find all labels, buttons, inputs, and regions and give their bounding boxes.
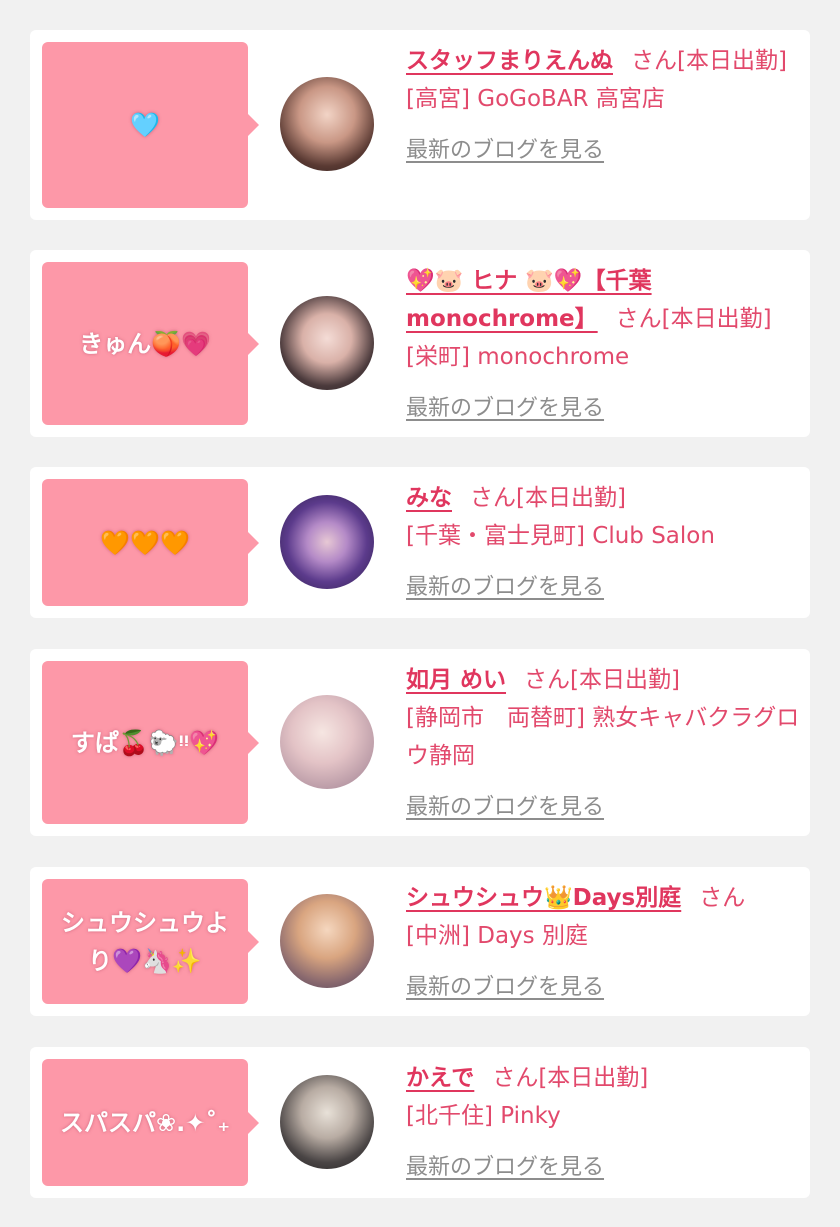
latest-blog-link[interactable]: 最新のブログを見る <box>406 132 604 170</box>
name-link[interactable]: 如月 めい <box>406 667 506 693</box>
message-text: スパスパ❀.✦˚₊ <box>59 1108 230 1137</box>
avatar[interactable] <box>280 695 374 789</box>
list-item: 🩵 スタッフまりえんぬ さん[本日出勤] [高宮] GoGoBAR 高宮店 最新の… <box>30 30 810 220</box>
entry-info: シュウシュウ👑Days別庭 さん [中洲] Days 別庭 最新のブログを見る <box>406 879 802 1007</box>
shop-label: [高宮] GoGoBAR 高宮店 <box>406 86 665 112</box>
message-text: シュウシュウより💜🦄✨ <box>61 908 229 975</box>
entry-info: 如月 めい さん[本日出勤] [静岡市 両替町] 熟女キャバクラグロウ静岡 最新の… <box>406 661 802 827</box>
message-bubble: スパスパ❀.✦˚₊ <box>42 1059 259 1186</box>
message-text: 🧡🧡🧡 <box>100 528 190 557</box>
list-item: 🧡🧡🧡 みな さん[本日出勤] [千葉・富士見町] Club Salon 最新のブ… <box>30 467 810 618</box>
san-label: さん <box>492 1065 539 1091</box>
name-link[interactable]: スタッフまりえんぬ <box>406 48 613 74</box>
status-label: [本日出勤] <box>538 1065 649 1091</box>
status-label: [本日出勤] <box>516 485 626 511</box>
shop-label: [栄町] monochrome <box>406 344 630 370</box>
message-bubble: すぱ🍒🐑ᵎᵎ💖 <box>42 661 259 824</box>
message-text: すぱ🍒🐑ᵎᵎ💖 <box>70 728 220 757</box>
avatar[interactable] <box>280 296 374 390</box>
san-label: さん <box>615 306 662 332</box>
latest-blog-link[interactable]: 最新のブログを見る <box>406 569 604 607</box>
san-label: さん <box>631 48 677 74</box>
avatar[interactable] <box>280 1075 374 1169</box>
message-bubble: きゅん🍑💗 <box>42 262 259 425</box>
status-label: [本日出勤] <box>661 306 772 332</box>
shop-label: [中洲] Days 別庭 <box>406 923 588 949</box>
san-label: さん <box>699 885 746 911</box>
diary-list: 🩵 スタッフまりえんぬ さん[本日出勤] [高宮] GoGoBAR 高宮店 最新の… <box>0 0 840 1227</box>
message-text: 🩵 <box>130 111 160 139</box>
entry-info: スタッフまりえんぬ さん[本日出勤] [高宮] GoGoBAR 高宮店 最新のブロ… <box>406 42 802 170</box>
message-text: きゅん🍑💗 <box>79 329 211 358</box>
avatar[interactable] <box>280 894 374 988</box>
entry-info: みな さん[本日出勤] [千葉・富士見町] Club Salon 最新のブログを見… <box>406 479 802 607</box>
name-link[interactable]: 💖🐷 ヒナ 🐷💖【千葉monochrome】 <box>406 268 652 332</box>
entry-info: 💖🐷 ヒナ 🐷💖【千葉monochrome】 さん[本日出勤] [栄町] mono… <box>406 262 802 428</box>
avatar[interactable] <box>280 77 374 171</box>
list-item: シュウシュウより💜🦄✨ シュウシュウ👑Days別庭 さん [中洲] Days 別庭… <box>30 867 810 1016</box>
shop-label: [静岡市 両替町] 熟女キャバクラグロウ静岡 <box>406 705 800 769</box>
latest-blog-link[interactable]: 最新のブログを見る <box>406 1149 604 1187</box>
avatar[interactable] <box>280 495 374 589</box>
list-item: すぱ🍒🐑ᵎᵎ💖 如月 めい さん[本日出勤] [静岡市 両替町] 熟女キャバクラグ… <box>30 649 810 836</box>
name-link[interactable]: かえで <box>406 1065 474 1091</box>
latest-blog-link[interactable]: 最新のブログを見る <box>406 789 604 827</box>
san-label: さん <box>524 667 571 693</box>
san-label: さん <box>470 485 516 511</box>
status-label: [本日出勤] <box>677 48 787 74</box>
latest-blog-link[interactable]: 最新のブログを見る <box>406 969 604 1007</box>
status-label: [本日出勤] <box>570 667 680 693</box>
list-item: きゅん🍑💗 💖🐷 ヒナ 🐷💖【千葉monochrome】 さん[本日出勤] [栄町… <box>30 250 810 437</box>
message-bubble: 🩵 <box>42 42 259 208</box>
shop-label: [千葉・富士見町] Club Salon <box>406 523 715 549</box>
name-link[interactable]: シュウシュウ👑Days別庭 <box>406 885 681 911</box>
entry-info: かえで さん[本日出勤] [北千住] Pinky 最新のブログを見る <box>406 1059 802 1187</box>
name-link[interactable]: みな <box>406 485 452 511</box>
message-bubble: シュウシュウより💜🦄✨ <box>42 879 259 1004</box>
list-item: スパスパ❀.✦˚₊ かえで さん[本日出勤] [北千住] Pinky 最新のブログ… <box>30 1047 810 1198</box>
latest-blog-link[interactable]: 最新のブログを見る <box>406 390 604 428</box>
message-bubble: 🧡🧡🧡 <box>42 479 259 606</box>
shop-label: [北千住] Pinky <box>406 1103 561 1129</box>
